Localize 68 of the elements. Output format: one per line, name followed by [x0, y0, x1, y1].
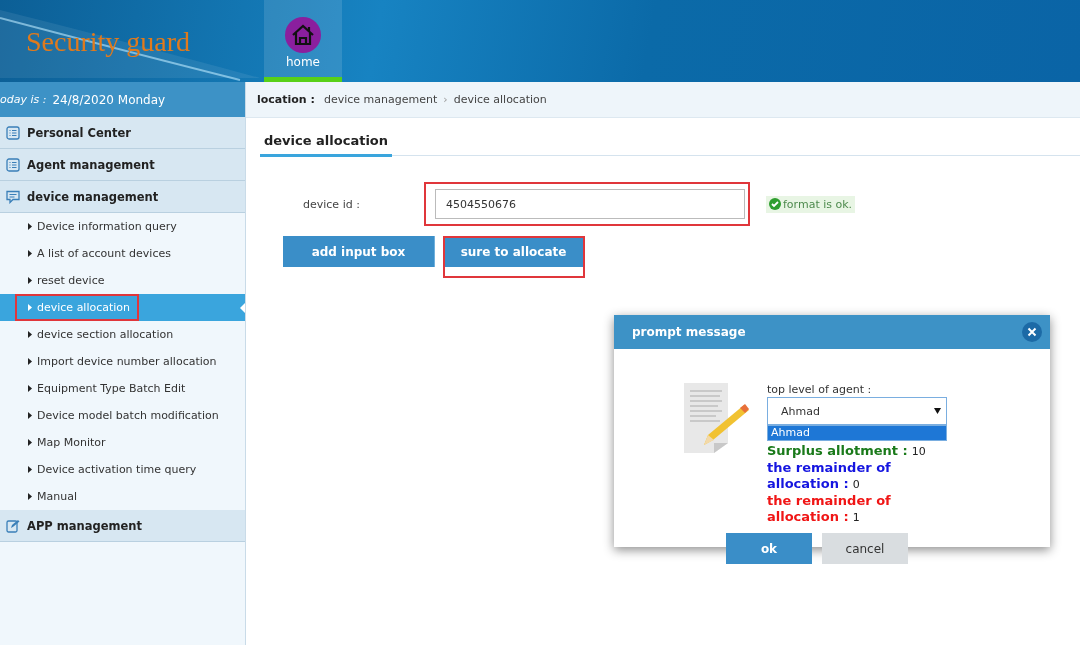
menu-label: Map Monitor: [28, 436, 113, 449]
allocation-line: the remainder of allocation : 1: [767, 493, 892, 526]
menu-label: Manual: [28, 490, 84, 503]
menu-item[interactable]: Map Monitor: [0, 429, 245, 456]
menu-item[interactable]: device section allocation: [0, 321, 245, 348]
input-field[interactable]: 4504550676: [435, 189, 745, 219]
agent-select[interactable]: Ahmad: [767, 397, 947, 425]
section-title: device allocation: [260, 133, 393, 157]
highlight-frame: device allocation: [17, 296, 138, 319]
caret-icon: [28, 412, 32, 419]
list-icon: [6, 125, 20, 140]
menu-label: Device model batch modification: [28, 409, 226, 422]
action-button[interactable]: add input box: [283, 236, 435, 267]
ok-button[interactable]: ok: [726, 533, 812, 564]
select-label: top level of agent :: [767, 383, 873, 396]
menu-item[interactable]: Equipment Type Batch Edit: [0, 375, 245, 402]
check-icon: [769, 198, 781, 210]
caret-icon: [28, 385, 32, 392]
caret-icon: [28, 493, 32, 500]
date-text: 24/8/2020 Monday: [52, 92, 166, 107]
caret-icon: [28, 304, 32, 311]
nav-tab[interactable]: home: [264, 0, 342, 82]
menu-item[interactable]: Import device number allocation: [0, 348, 245, 375]
caret-icon: [28, 277, 32, 284]
message-icon: [6, 189, 20, 204]
caret-icon: [28, 358, 32, 365]
document-pencil-icon: [682, 383, 749, 453]
validation-message: format is ok.: [766, 195, 856, 213]
caret-icon: [28, 466, 32, 473]
menu-label: Device information query: [28, 220, 184, 233]
menu-item[interactable]: A list of account devices: [0, 240, 245, 267]
menu-item[interactable]: Device model batch modification: [0, 402, 245, 429]
dropdown-option[interactable]: Ahmad: [768, 426, 946, 440]
menu-item[interactable]: reset device: [0, 267, 245, 294]
allocation-line: Surplus allotment : 10: [767, 443, 927, 460]
breadcrumb-link[interactable]: device management: [323, 93, 438, 106]
menu-section[interactable]: APP management: [0, 510, 245, 542]
menu-item[interactable]: Device information query: [0, 213, 245, 240]
dropdown-arrow-icon: [934, 408, 941, 414]
breadcrumb-label: location :: [257, 93, 315, 106]
caret-icon: [28, 223, 32, 230]
menu-label: Equipment Type Batch Edit: [28, 382, 193, 395]
date-label: oday is :: [0, 93, 47, 106]
menu-section[interactable]: device management: [0, 181, 245, 213]
dialog-title: prompt message: [632, 325, 746, 339]
cancel-button[interactable]: cancel: [822, 533, 908, 564]
caret-icon: [28, 250, 32, 257]
menu-section[interactable]: Agent management: [0, 149, 245, 181]
menu-label: Device activation time query: [28, 463, 204, 476]
field-label: device id :: [303, 197, 361, 211]
caret-icon: [28, 331, 32, 338]
menu-item[interactable]: Manual: [0, 483, 245, 510]
menu-section[interactable]: Personal Center: [0, 117, 245, 149]
allocation-line: the remainder of allocation : 0: [767, 460, 892, 493]
close-icon[interactable]: [1022, 322, 1042, 342]
home-icon: [285, 17, 321, 53]
action-button[interactable]: sure to allocate: [443, 236, 585, 278]
app-logo: Security guard: [25, 25, 192, 59]
breadcrumb-separator: ›: [443, 93, 448, 106]
menu-item[interactable]: Device activation time query: [0, 456, 245, 483]
menu-label: device section allocation: [28, 328, 181, 341]
list-icon: [6, 157, 20, 172]
breadcrumb-link[interactable]: device allocation: [453, 93, 547, 106]
edit-icon: [6, 518, 20, 533]
caret-icon: [28, 439, 32, 446]
menu-label: Import device number allocation: [28, 355, 224, 368]
menu-label: A list of account devices: [28, 247, 178, 260]
menu-label: reset device: [28, 274, 112, 287]
